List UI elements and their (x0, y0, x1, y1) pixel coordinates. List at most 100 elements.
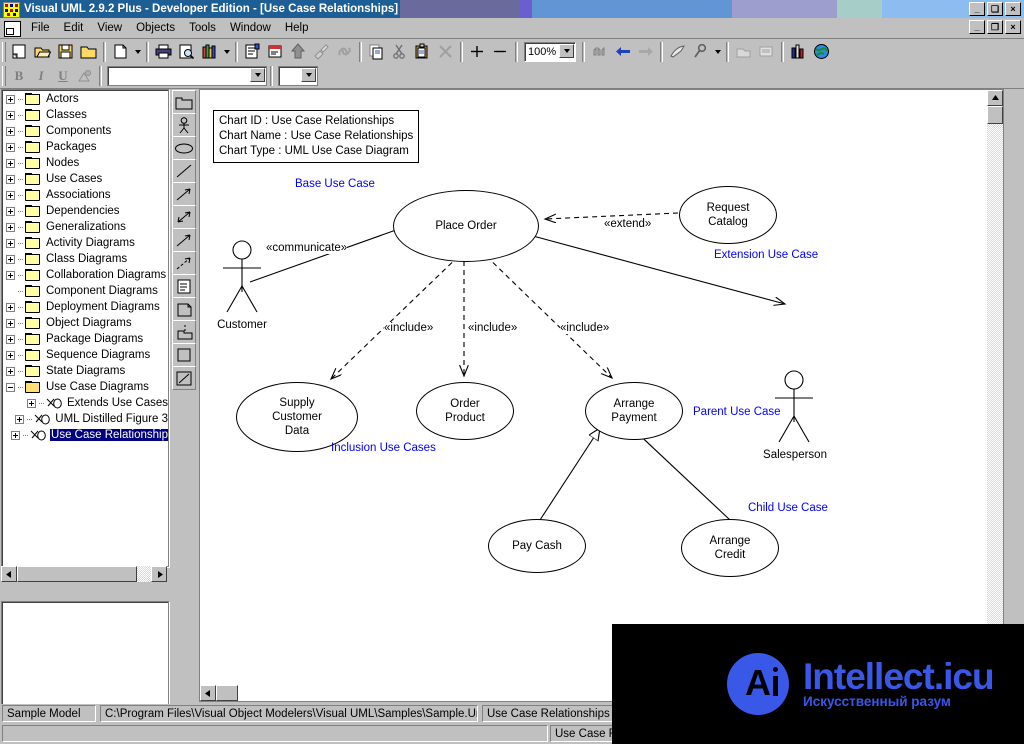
mdi-close-button[interactable]: × (1005, 20, 1021, 34)
usecase-arrange-credit[interactable]: Arrange Credit (681, 519, 779, 577)
expand-icon[interactable] (6, 334, 15, 344)
generalization-tool[interactable] (172, 228, 196, 252)
tree-item-sequence-diagrams[interactable]: Sequence Diagrams (2, 347, 168, 363)
forward-icon[interactable] (634, 41, 657, 63)
font-size-dropdown-button[interactable] (301, 68, 316, 82)
tree-item-nodes[interactable]: Nodes (2, 155, 168, 171)
tree-item-use-cases[interactable]: Use Cases (2, 171, 168, 187)
diagram-canvas[interactable]: Place Order (dashed, arrow to Place Orde… (200, 90, 988, 686)
notes-icon[interactable] (264, 41, 287, 63)
font-color-button[interactable] (74, 66, 96, 86)
tree-item-use-case-diagrams[interactable]: Use Case Diagrams (2, 379, 168, 395)
tree-item-class-diagrams[interactable]: Class Diagrams (2, 251, 168, 267)
usecase-request-catalog[interactable]: Request Catalog (679, 186, 777, 244)
expand-icon[interactable] (6, 350, 15, 360)
diagram-vscroll-thumb[interactable] (987, 106, 1003, 124)
expand-icon[interactable] (6, 302, 15, 312)
underline-button[interactable]: U (52, 66, 74, 86)
tree-item-component-diagrams[interactable]: Component Diagrams (2, 283, 168, 299)
tree-item-state-diagrams[interactable]: State Diagrams (2, 363, 168, 379)
print-preview-icon[interactable] (175, 41, 198, 63)
close-button[interactable]: × (1005, 2, 1021, 16)
bidirectional-tool[interactable] (172, 205, 196, 229)
properties-icon[interactable] (241, 41, 264, 63)
tree-item-use-case-relationship[interactable]: Use Case Relationship (2, 427, 168, 443)
generate-code-icon[interactable] (666, 41, 689, 63)
diagram-scroll-left-button[interactable] (200, 685, 216, 701)
expand-icon[interactable] (6, 222, 15, 232)
app-icon[interactable] (3, 2, 20, 18)
reverse-engineer-icon[interactable] (588, 41, 611, 63)
diagram-scroll-up-button[interactable] (987, 90, 1003, 106)
model-tree-panel[interactable]: Actors Classes Components Packages Nodes Use … (1, 89, 169, 567)
font-name-dropdown-button[interactable] (250, 68, 265, 82)
expand-icon[interactable] (6, 206, 15, 216)
menu-window[interactable]: Window (223, 19, 278, 37)
reports-dropdown[interactable] (221, 41, 232, 63)
options-icon[interactable] (689, 41, 712, 63)
font-size-combobox[interactable] (278, 66, 318, 86)
tree-item-uml-distilled-figure-3[interactable]: UML Distilled Figure 3 (2, 411, 168, 427)
web-icon[interactable] (810, 41, 833, 63)
metrics-icon[interactable] (787, 41, 810, 63)
usecase-pay-cash[interactable]: Pay Cash (488, 519, 586, 573)
delete-icon[interactable] (434, 41, 457, 63)
menu-help[interactable]: Help (278, 19, 316, 37)
note-tool[interactable] (172, 274, 196, 298)
mdi-minimize-button[interactable]: _ (969, 20, 985, 34)
add-icon[interactable] (466, 41, 489, 63)
expand-icon[interactable] (15, 414, 25, 424)
expand-icon[interactable] (6, 318, 15, 328)
tree-item-generalizations[interactable]: Generalizations (2, 219, 168, 235)
expand-icon[interactable] (27, 398, 36, 408)
expand-icon[interactable] (6, 126, 15, 136)
menu-file[interactable]: File (24, 19, 57, 37)
promote-icon[interactable] (287, 41, 310, 63)
expand-icon[interactable] (6, 190, 15, 200)
usecase-tool[interactable] (172, 136, 196, 160)
description-panel[interactable] (1, 601, 169, 705)
document-icon[interactable] (4, 21, 21, 37)
tree-item-activity-diagrams[interactable]: Activity Diagrams (2, 235, 168, 251)
tree-item-extends-use-cases[interactable]: Extends Use Cases (2, 395, 168, 411)
tree-scroll-left-button[interactable] (1, 566, 17, 582)
open-model-icon[interactable] (31, 41, 54, 63)
expand-icon[interactable] (6, 238, 15, 248)
link-icon[interactable] (333, 41, 356, 63)
format-toolbar-grip[interactable] (2, 66, 6, 86)
options-dropdown[interactable] (712, 41, 723, 63)
new-chart-dropdown[interactable] (132, 41, 143, 63)
tree-item-collaboration-diagrams[interactable]: Collaboration Diagrams (2, 267, 168, 283)
collapse-icon[interactable] (6, 382, 15, 392)
diagram-vertical-scrollbar[interactable] (987, 90, 1003, 686)
tree-item-object-diagrams[interactable]: Object Diagrams (2, 315, 168, 331)
menu-view[interactable]: View (90, 19, 129, 37)
expand-icon[interactable] (6, 142, 15, 152)
expand-icon[interactable] (6, 174, 15, 184)
copy-icon[interactable] (365, 41, 388, 63)
menu-objects[interactable]: Objects (129, 19, 182, 37)
diagram-window[interactable]: Place Order (dashed, arrow to Place Orde… (199, 89, 1004, 702)
tree-item-classes[interactable]: Classes (2, 107, 168, 123)
zoom-dropdown-button[interactable] (559, 43, 574, 58)
toolbar-grip[interactable] (2, 41, 6, 62)
minimize-button[interactable]: _ (969, 2, 985, 16)
expand-icon[interactable] (6, 110, 15, 120)
save-as-icon[interactable] (77, 41, 100, 63)
tree-item-deployment-diagrams[interactable]: Deployment Diagrams (2, 299, 168, 315)
actor-customer-label[interactable]: Customer (208, 319, 276, 331)
tree-scroll-thumb[interactable] (17, 566, 137, 582)
anchor-tool[interactable] (172, 320, 196, 344)
tree-scroll-right-button[interactable] (151, 566, 167, 582)
expand-icon[interactable] (6, 270, 15, 280)
tree-item-associations[interactable]: Associations (2, 187, 168, 203)
browser-icon[interactable] (732, 41, 755, 63)
usecase-place-order[interactable]: Place Order (393, 190, 539, 262)
expand-icon[interactable] (6, 254, 15, 264)
maximize-button[interactable]: ❑ (987, 2, 1003, 16)
cut-icon[interactable] (388, 41, 411, 63)
dependency-tool[interactable] (172, 251, 196, 275)
tree-horizontal-scrollbar[interactable] (1, 566, 167, 582)
dictionary-icon[interactable] (755, 41, 778, 63)
italic-button[interactable]: I (30, 66, 52, 86)
